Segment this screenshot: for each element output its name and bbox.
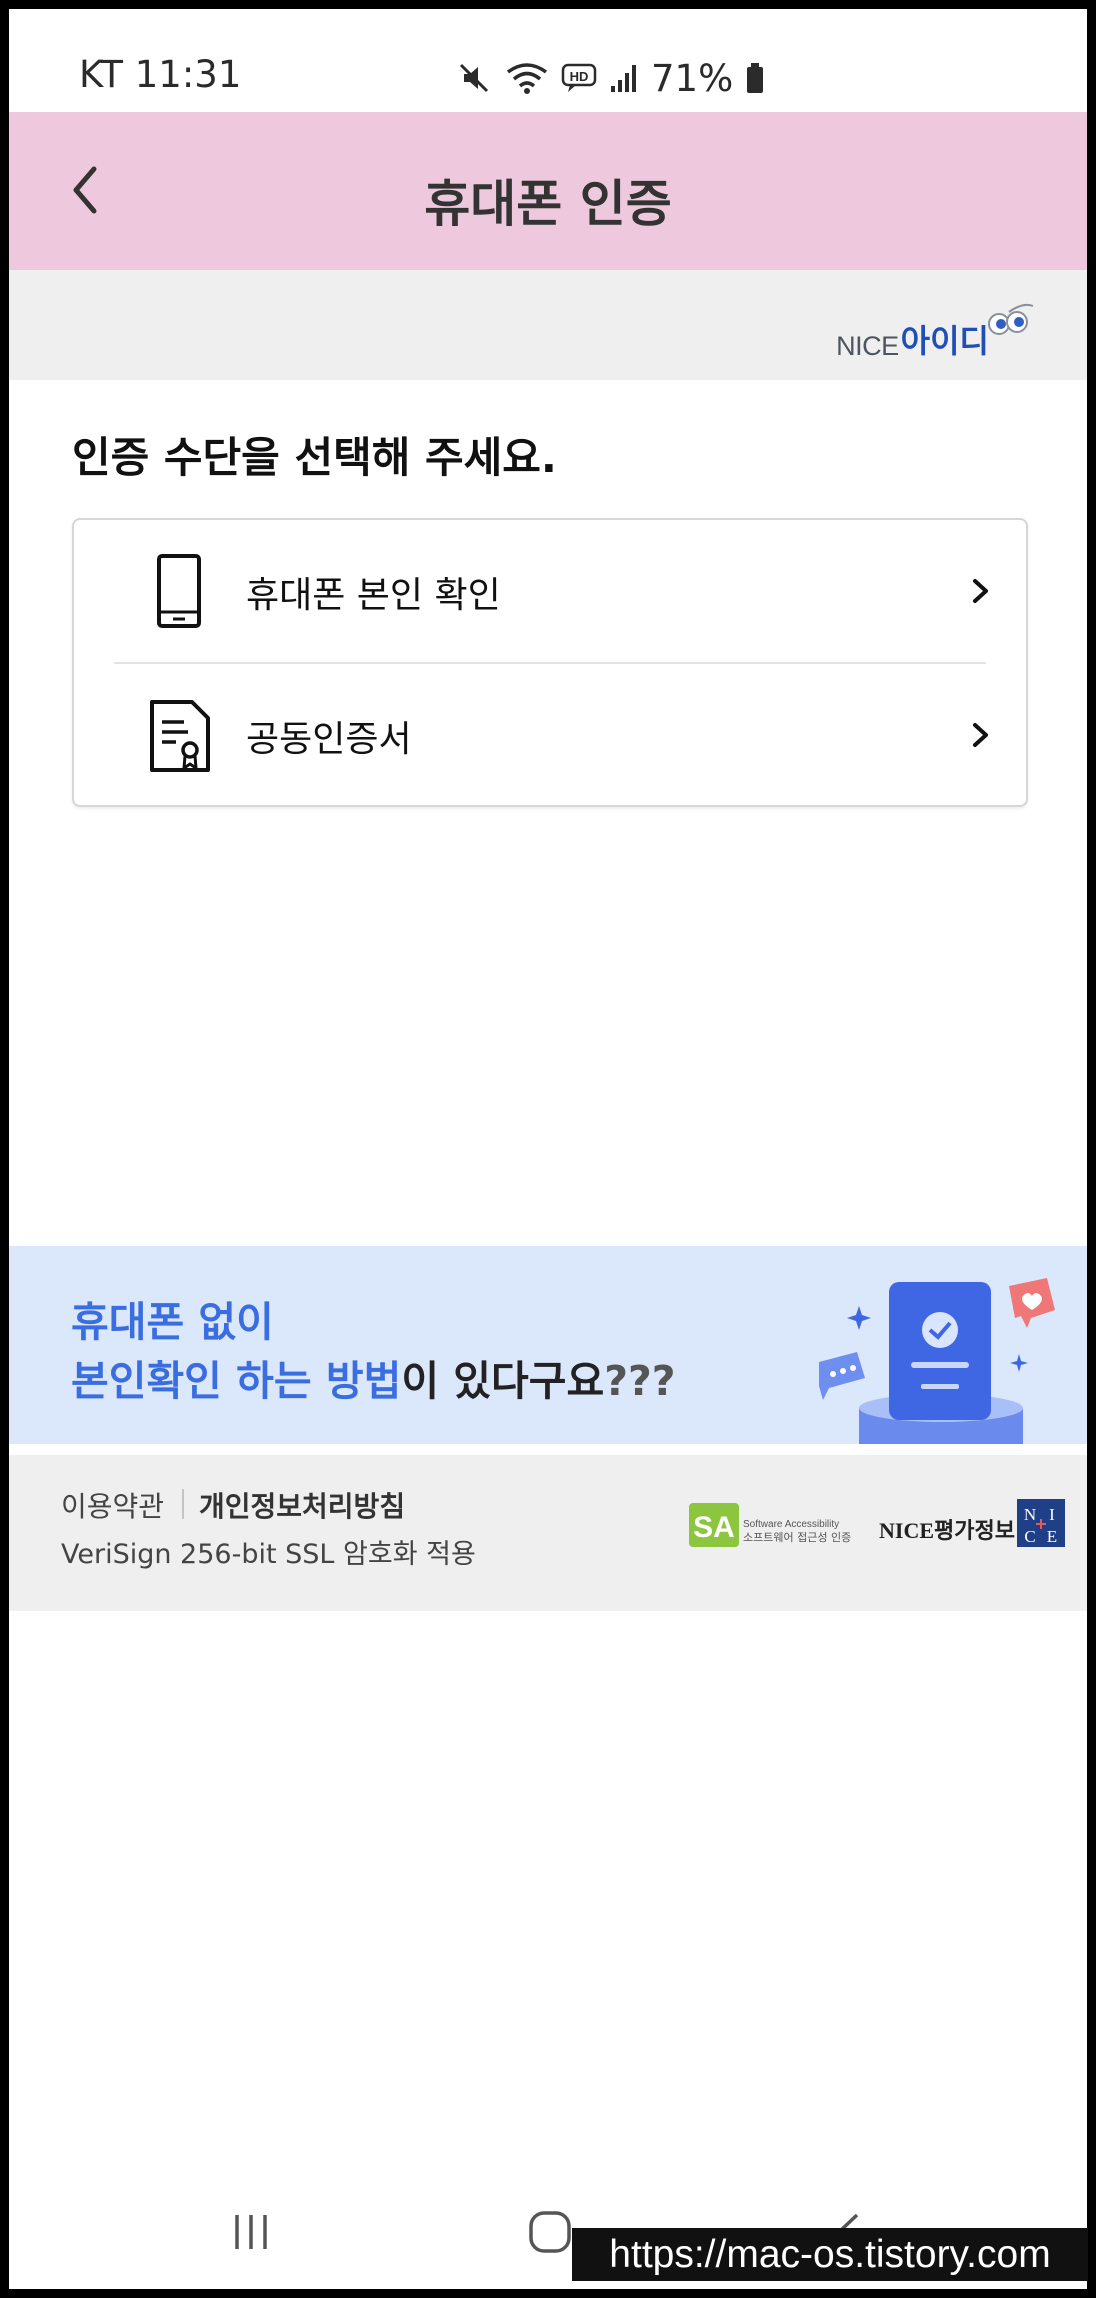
chevron-right-icon [973, 723, 988, 747]
banner-marks: ??? [604, 1357, 676, 1405]
svg-text:E: E [1047, 1527, 1057, 1546]
nice-rating-logo: NICE평가정보 [879, 1518, 1015, 1543]
privacy-policy-link[interactable]: 개인정보처리방침 [199, 1485, 405, 1525]
svg-text:Software Accessibility: Software Accessibility [743, 1519, 839, 1530]
banner-line1: 휴대폰 없이 [71, 1298, 274, 1346]
nice-logo-latin: NICE [836, 331, 899, 361]
promo-banner[interactable]: 휴대폰 없이 본인확인 하는 방법이 있다구요??? [9, 1246, 1087, 1444]
status-bar: KT 11:31 HD 71% [9, 9, 1087, 112]
svg-text:소프트웨어 접근성 인증: 소프트웨어 접근성 인증 [743, 1531, 851, 1544]
method-label: 휴대폰 본인 확인 [246, 575, 501, 616]
nice-logo-korean: 아이디 [900, 323, 989, 359]
chevron-right-icon [973, 579, 988, 603]
battery-percent: 71% [651, 56, 734, 100]
nice-id-logo: NICE 아이디 [836, 300, 1035, 362]
banner-highlight: 본인확인 하는 방법 [71, 1357, 402, 1405]
nice-box-logo: N I C E [1017, 1499, 1065, 1547]
select-prompt: 인증 수단을 선택해 주세요. [72, 433, 557, 482]
auth-method-list: 휴대폰 본인 확인 공동인증서 [72, 518, 1028, 807]
footer-divider [182, 1489, 184, 1519]
wifi-icon [506, 63, 548, 94]
svg-text:N: N [1024, 1505, 1036, 1524]
phone-screen: KT 11:31 HD 71% 휴대폰 인증 NICE 아이디 인증 수단을 선… [9, 9, 1087, 2289]
hd-icon: HD [561, 63, 597, 92]
app-header: 휴대폰 인증 [9, 112, 1087, 270]
svg-text:HD: HD [570, 69, 589, 84]
brand-band: NICE 아이디 [9, 270, 1087, 380]
home-icon[interactable] [527, 2209, 573, 2255]
method-joint-certificate[interactable]: 공동인증서 [74, 664, 1026, 806]
svg-text:C: C [1024, 1527, 1035, 1546]
terms-link[interactable]: 이용약관 [61, 1485, 164, 1525]
method-phone-verification[interactable]: 휴대폰 본인 확인 [74, 520, 1026, 662]
mute-icon [459, 63, 489, 93]
battery-icon [747, 63, 764, 93]
banner-line2: 본인확인 하는 방법이 있다구요??? [71, 1347, 676, 1407]
smartphone-icon [157, 554, 201, 628]
signal-icon [611, 65, 636, 92]
software-accessibility-logo: SA Software Accessibility 소프트웨어 접근성 인증 [689, 1503, 851, 1547]
status-icons: HD 71% [457, 53, 765, 103]
owl-eyes-icon [988, 303, 1034, 335]
ssl-notice: VeriSign 256-bit SSL 암호화 적용 [61, 1539, 476, 1570]
footer: 이용약관 개인정보처리방침 VeriSign 256-bit SSL 암호화 적… [9, 1455, 1087, 1611]
svg-text:I: I [1049, 1505, 1055, 1524]
svg-text:SA: SA [693, 1511, 735, 1544]
banner-rest: 이 있다구요 [401, 1357, 605, 1405]
recent-apps-icon[interactable] [229, 2211, 273, 2253]
phone-illustration [819, 1278, 1055, 1444]
certificate-icon [150, 700, 210, 772]
page-title: 휴대폰 인증 [424, 175, 672, 233]
watermark: https://mac-os.tistory.com [572, 2228, 1088, 2281]
carrier-time: KT 11:31 [79, 53, 242, 96]
method-label: 공동인증서 [246, 719, 412, 760]
